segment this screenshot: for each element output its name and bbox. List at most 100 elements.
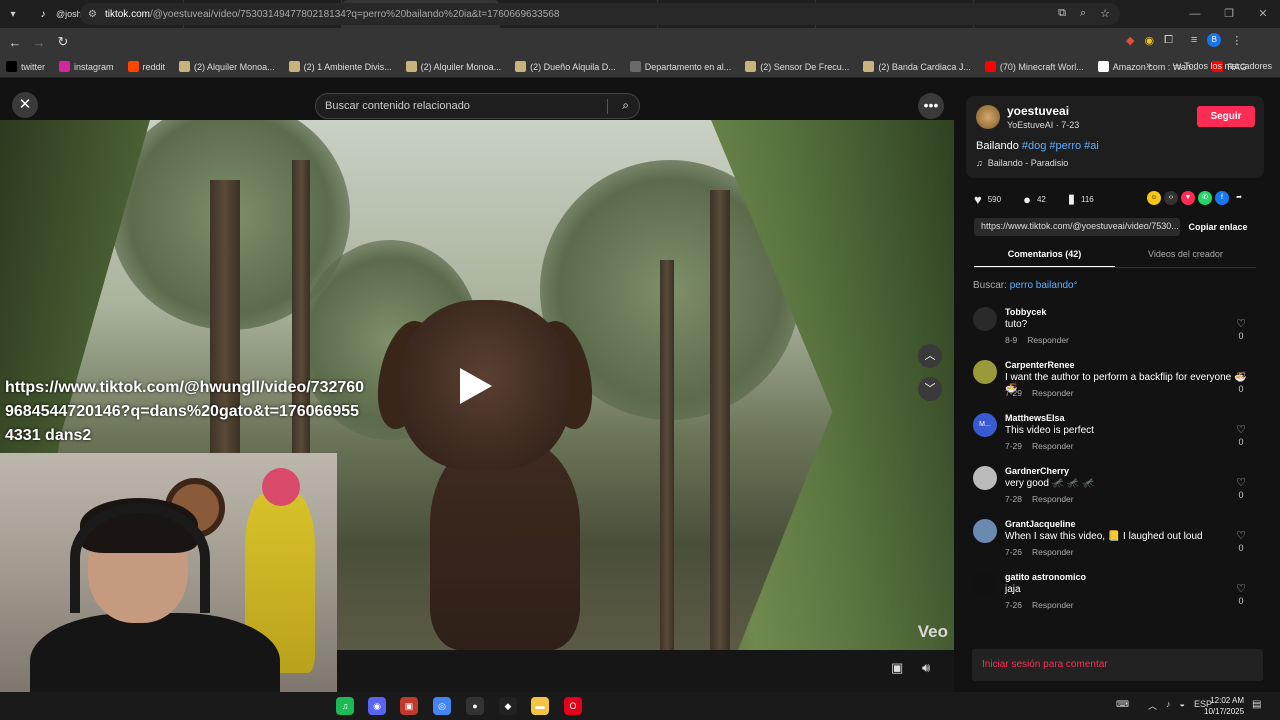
commenter-avatar[interactable] — [973, 466, 997, 490]
reply-button[interactable]: Responder — [1027, 335, 1069, 345]
commenter-name[interactable]: MatthewsElsa — [1005, 413, 1065, 423]
share-link-field[interactable]: https://www.tiktok.com/@yoestuveai/video… — [974, 218, 1180, 236]
install-app-icon[interactable]: ⧉ — [1058, 7, 1066, 20]
follow-button[interactable]: Seguir — [1197, 106, 1255, 127]
share-arrow-icon[interactable]: ➦ — [1232, 191, 1246, 205]
reload-icon[interactable]: ↻ — [51, 34, 75, 50]
comment-like-icon[interactable]: ♡ — [1233, 317, 1249, 330]
like-button[interactable]: ♥ 590 — [974, 192, 1001, 207]
comment-like-icon[interactable]: ♡ — [1233, 476, 1249, 489]
commenter-avatar[interactable] — [973, 572, 997, 596]
whatsapp-icon[interactable]: ✆ — [1198, 191, 1212, 205]
more-options-icon[interactable]: ••• — [918, 93, 944, 119]
site-info-icon[interactable]: ⚙ — [88, 9, 97, 20]
tab-creator-videos[interactable]: Videos del creador — [1115, 242, 1256, 267]
comment-button[interactable]: ● 42 — [1023, 192, 1046, 207]
opera-icon[interactable]: O — [564, 697, 582, 715]
comment-like-icon[interactable]: ♡ — [1233, 423, 1249, 436]
back-icon[interactable]: ← — [3, 35, 27, 50]
commenter-name[interactable]: GrantJacqueline — [1005, 519, 1076, 529]
hashtag[interactable]: #dog — [1022, 140, 1046, 152]
bookmark-item[interactable]: (2) 1 Ambiente Divis... — [288, 61, 392, 72]
copy-link-button[interactable]: Copiar enlace — [1180, 218, 1256, 236]
folder-icon[interactable]: ▬ — [531, 697, 549, 715]
pip-icon[interactable]: ▣ — [891, 660, 903, 676]
login-to-comment[interactable]: Iniciar sesión para comentar — [972, 649, 1263, 681]
app-icon[interactable]: ◆ — [499, 697, 517, 715]
bookmark-item[interactable]: (2) Alquiler Monoa... — [405, 61, 501, 72]
zoom-icon[interactable]: ⌕ — [1080, 7, 1086, 20]
bookmark-item[interactable]: twitter — [6, 61, 45, 72]
bookmark-item[interactable]: reddit — [127, 61, 165, 72]
bookmark-item[interactable]: (2) Dueño Alquila D... — [515, 61, 616, 72]
media-control-icon[interactable]: ≡ — [1191, 34, 1197, 46]
play-icon[interactable] — [460, 368, 492, 404]
close-window-icon[interactable]: ✕ — [1246, 0, 1280, 28]
bookmark-item[interactable]: instagram — [59, 61, 114, 72]
obs-icon[interactable]: ● — [466, 697, 484, 715]
keyboard-icon[interactable]: ⌨ — [1116, 699, 1129, 712]
tab-search-icon[interactable]: ▾ — [0, 0, 26, 28]
bookmark-item[interactable]: (70) Minecraft Worl... — [984, 61, 1084, 72]
commenter-avatar[interactable] — [973, 519, 997, 543]
clock[interactable]: 12:02 AM 10/17/2025 — [1204, 695, 1244, 717]
bookmark-item[interactable]: (2) Banda Cardiaca J... — [863, 61, 971, 72]
hashtag[interactable]: #ai — [1084, 140, 1099, 152]
reply-button[interactable]: Responder — [1032, 494, 1074, 504]
commenter-avatar[interactable] — [973, 360, 997, 384]
extensions-puzzle-icon[interactable]: ⧠ — [1164, 34, 1173, 47]
discord-icon[interactable]: ◉ — [368, 697, 386, 715]
tab-comments[interactable]: Comentarios (42) — [974, 242, 1115, 267]
send-friends-icon[interactable]: ▼ — [1181, 191, 1195, 205]
reply-button[interactable]: Responder — [1032, 441, 1074, 451]
minimize-icon[interactable]: — — [1178, 0, 1212, 28]
commenter-name[interactable]: Tobbycek — [1005, 307, 1046, 317]
network-icon[interactable]: ◒ — [1180, 699, 1185, 712]
bookmark-star-icon[interactable]: ☆ — [1100, 7, 1110, 20]
commenter-avatar[interactable]: M... — [973, 413, 997, 437]
speaker-icon[interactable]: ♪ — [1166, 699, 1171, 712]
bookmark-item[interactable]: Departamento en al... — [629, 61, 731, 72]
all-bookmarks-folder[interactable]: ▭ Todos los marcadores — [1173, 61, 1272, 72]
comment-like-icon[interactable]: ♡ — [1233, 582, 1249, 595]
search-icon[interactable]: ⌕ — [622, 98, 629, 113]
facebook-icon[interactable]: f — [1215, 191, 1229, 205]
volume-icon[interactable]: 🔊︎ — [922, 660, 930, 676]
comment-like-icon[interactable]: ♡ — [1233, 529, 1249, 542]
chrome-icon[interactable]: ◎ — [433, 697, 451, 715]
commenter-name[interactable]: CarpenterRenee — [1005, 360, 1075, 370]
bookmark-item[interactable]: (2) Sensor De Frecu... — [745, 61, 849, 72]
search-suggestion[interactable]: Buscar: perro bailando⌕ — [973, 280, 1078, 291]
commenter-name[interactable]: gatito astronomico — [1005, 572, 1086, 582]
forward-icon[interactable]: → — [27, 35, 51, 50]
music-link[interactable]: ♫ Bailando - Paradisio — [976, 158, 1068, 168]
reply-button[interactable]: Responder — [1032, 600, 1074, 610]
hashtag[interactable]: #perro — [1049, 140, 1081, 152]
commenter-name[interactable]: GardnerCherry — [1005, 466, 1069, 476]
reply-button[interactable]: Responder — [1032, 388, 1074, 398]
author-username[interactable]: yoestuveai — [1007, 104, 1069, 118]
browser-menu-icon[interactable]: ⋮ — [1231, 34, 1242, 47]
reply-button[interactable]: Responder — [1032, 547, 1074, 557]
chevron-up-icon[interactable]: ︿ — [1148, 699, 1157, 712]
embed-coin-icon[interactable]: ☺ — [1147, 191, 1161, 205]
profile-avatar[interactable]: B — [1207, 33, 1222, 47]
close-video-button[interactable]: ✕ — [12, 92, 38, 118]
voicemeeter-icon[interactable]: ▣ — [400, 697, 418, 715]
embed-code-icon[interactable]: ‹› — [1164, 191, 1178, 205]
save-button[interactable]: ▮ 116 — [1068, 191, 1094, 207]
notifications-icon[interactable]: ▤ — [1252, 699, 1261, 710]
bookmark-item[interactable]: (2) Alquiler Monoa... — [179, 61, 275, 72]
extension-red-icon[interactable]: ◆ — [1126, 34, 1134, 47]
restore-icon[interactable]: ❐ — [1212, 0, 1246, 28]
previous-video-icon[interactable]: ︿ — [918, 344, 942, 368]
comment-like-icon[interactable]: ♡ — [1233, 370, 1249, 383]
bookmarks-overflow-icon[interactable]: » — [1146, 60, 1152, 71]
commenter-avatar[interactable] — [973, 307, 997, 331]
extension-color-icon[interactable]: ◉ — [1144, 34, 1154, 47]
related-search-input[interactable]: Buscar contenido relacionado ⌕ — [315, 93, 640, 119]
author-avatar[interactable] — [976, 105, 1000, 129]
url-field[interactable]: ⚙ tiktok.com/@yoestuveai/video/753031494… — [80, 3, 1120, 25]
spotify-icon[interactable]: ♫ — [336, 697, 354, 715]
next-video-icon[interactable]: ﹀ — [918, 377, 942, 401]
